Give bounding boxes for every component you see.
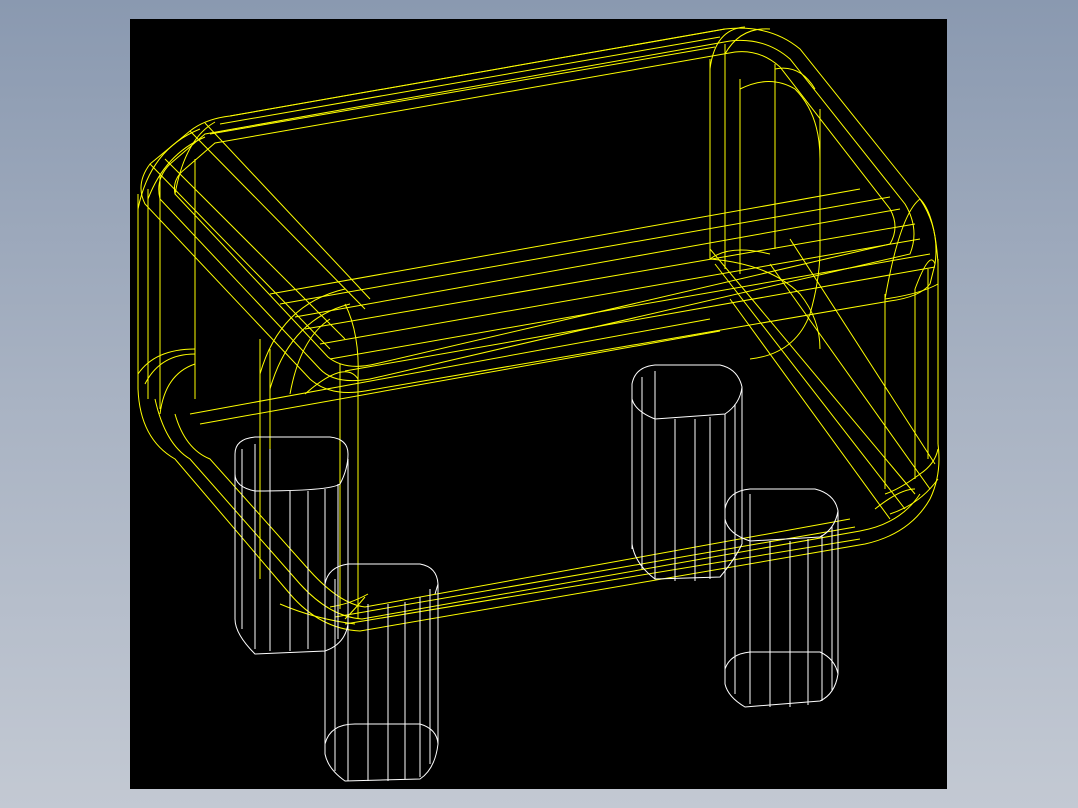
wireframe-model-svg — [137, 26, 940, 782]
body-top-inner-1 — [158, 39, 915, 382]
pins-wireframe — [234, 364, 839, 782]
cad-viewport[interactable] — [130, 19, 947, 789]
cad-window — [0, 0, 1078, 808]
body-bottom-outline — [137, 388, 940, 632]
pin-back-left — [234, 436, 349, 655]
component-body-wireframe — [137, 26, 940, 632]
